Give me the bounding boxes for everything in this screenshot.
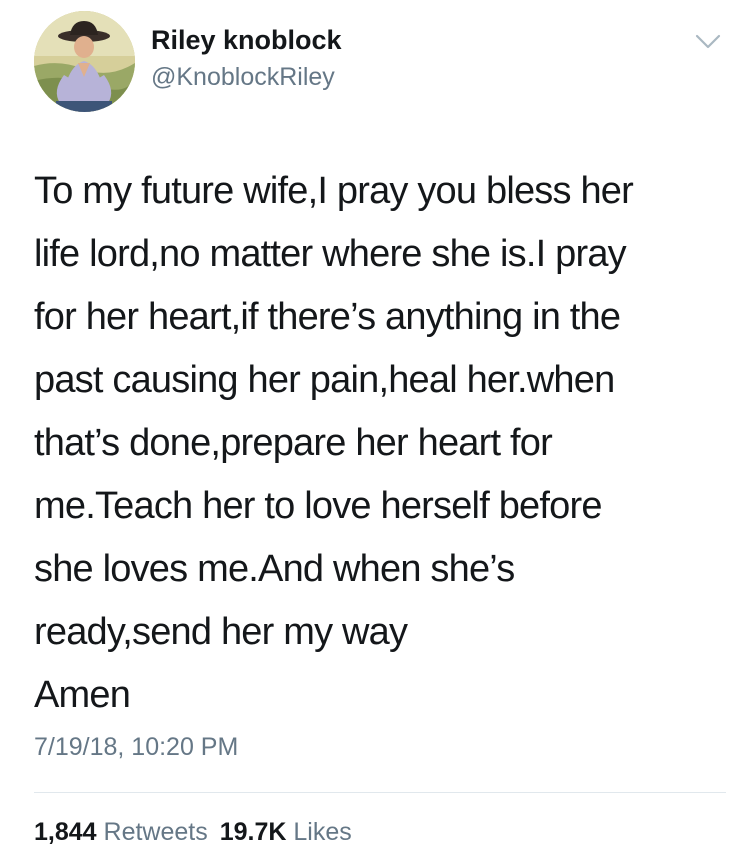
tweet-text-line: ready,send her my way bbox=[34, 611, 408, 653]
tweet-text-line: life lord,no matter where she is.I pray bbox=[34, 233, 627, 275]
retweets-count: 1,844 bbox=[34, 818, 97, 846]
avatar-image bbox=[34, 11, 135, 112]
retweets-label: Retweets bbox=[103, 818, 208, 846]
avatar[interactable] bbox=[34, 11, 135, 112]
tweet-stats: 1,844 Retweets 19.7K Likes bbox=[34, 818, 352, 847]
likes-stat[interactable]: 19.7K Likes bbox=[220, 818, 352, 846]
tweet-text-line: past causing her pain,heal her.when bbox=[34, 359, 615, 401]
tweet-text-line: that’s done,prepare her heart for bbox=[34, 422, 553, 464]
retweets-stat[interactable]: 1,844 Retweets bbox=[34, 818, 208, 846]
tweet-timestamp[interactable]: 7/19/18, 10:20 PM bbox=[34, 733, 238, 762]
likes-label: Likes bbox=[293, 818, 352, 846]
likes-count: 19.7K bbox=[219, 818, 287, 846]
tweet-text-line: for her heart,if there’s anything in the bbox=[34, 296, 621, 338]
tweet-text-line: me.Teach her to love herself before bbox=[34, 485, 602, 527]
author-name[interactable]: Riley knoblock bbox=[151, 25, 342, 56]
author-handle[interactable]: @KnoblockRiley bbox=[151, 63, 335, 92]
chevron-down-icon[interactable] bbox=[694, 32, 722, 52]
tweet-text-line: she loves me.And when she’s bbox=[34, 548, 515, 590]
tweet-text-line: To my future wife,I pray you bless her bbox=[34, 170, 634, 212]
tweet-text-line: Amen bbox=[34, 674, 131, 716]
tweet-text: To my future wife,I pray you bless her l… bbox=[34, 160, 714, 727]
divider bbox=[34, 792, 726, 793]
tweet: Riley knoblock @KnoblockRiley To my futu… bbox=[0, 0, 732, 862]
